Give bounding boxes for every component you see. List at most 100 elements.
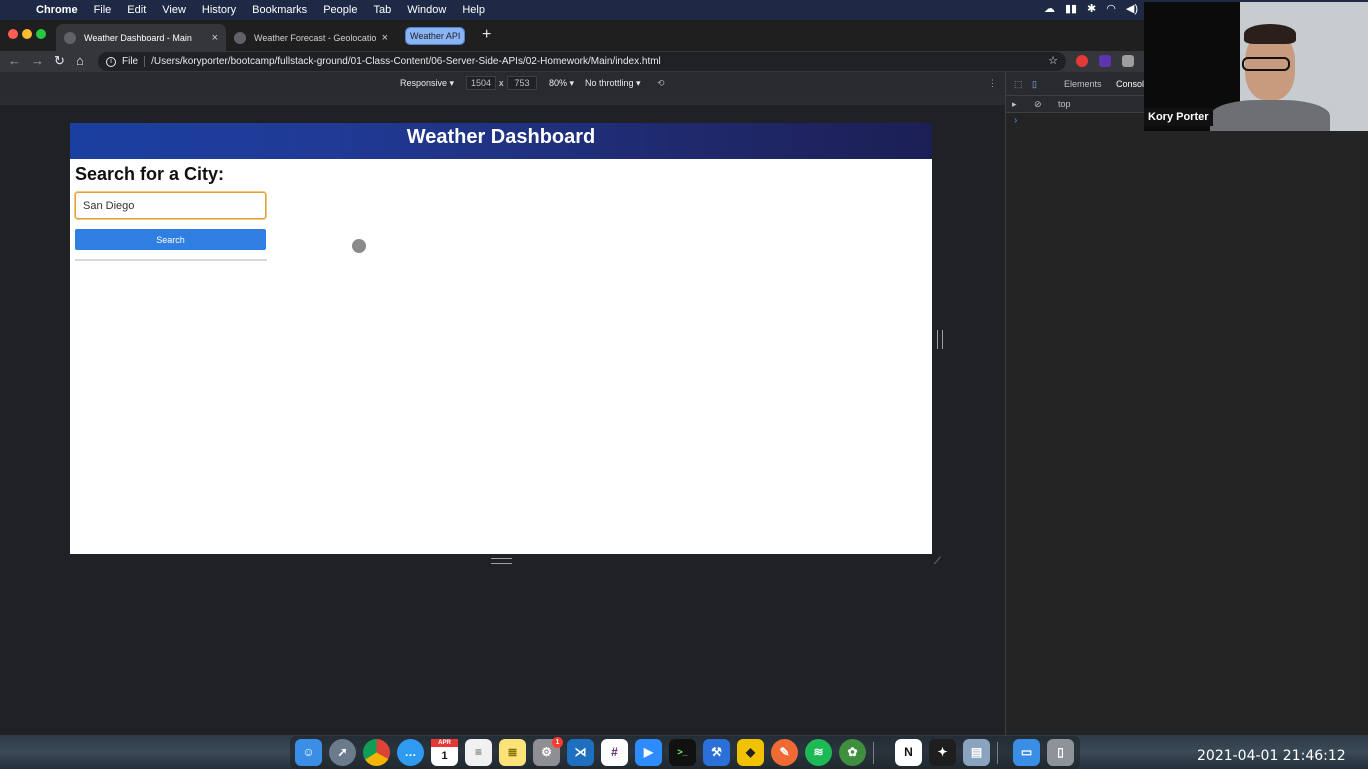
preview-icon[interactable]: ▤ (963, 739, 990, 766)
webcam-overlay: Kory Porter (1144, 2, 1368, 131)
extension-icon[interactable] (1122, 55, 1134, 67)
console-prompt[interactable]: › (1014, 115, 1017, 126)
new-tab-button[interactable]: + (482, 26, 491, 44)
launchpad-icon[interactable]: ➚ (329, 739, 356, 766)
address-bar[interactable]: i File /Users/koryporter/bootcamp/fullst… (98, 52, 1066, 71)
maximize-window-icon[interactable] (36, 29, 46, 39)
downloads-folder-icon[interactable]: ▭ (1013, 739, 1040, 766)
menu-edit[interactable]: Edit (119, 4, 154, 16)
menubar-status-icons: ☁ ▮▮ ✱ ◠ ◀) (1044, 2, 1138, 15)
macos-dock: ☺ ➚ … APR 1 ≡ ≣ ⚙ 1 ⋊ # ▶ >_ ⚒ ◆ ✎ ≋ ✿ N … (290, 736, 1080, 769)
menu-window[interactable]: Window (399, 4, 454, 16)
webcam-name-label: Kory Porter (1144, 108, 1213, 126)
url-scheme: File (122, 56, 146, 67)
webcam-person-glasses (1242, 57, 1290, 71)
tab-title: Weather Dashboard - Main (84, 32, 192, 43)
tab-elements[interactable]: Elements (1064, 79, 1102, 89)
globe-icon (234, 31, 246, 44)
forward-icon[interactable]: → (31, 53, 44, 68)
viewport-width-input[interactable]: 1504 (466, 76, 496, 90)
terminal-icon[interactable]: >_ (669, 739, 696, 766)
menu-file[interactable]: File (86, 4, 120, 16)
webcam-person-shirt (1210, 100, 1330, 131)
tab-weather-forecast[interactable]: Weather Forecast - Geolocatio × (226, 24, 396, 51)
home-icon[interactable]: ⌂ (76, 53, 84, 68)
throttle-select[interactable]: No throttling ▾ (585, 78, 641, 89)
vscode-icon[interactable]: ⋊ (567, 739, 594, 766)
device-select[interactable]: Responsive ▾ (400, 78, 454, 89)
dock-separator (873, 742, 874, 764)
system-preferences-icon[interactable]: ⚙ 1 (533, 737, 563, 766)
wifi-icon[interactable]: ◠ (1106, 2, 1116, 15)
notion-icon[interactable]: N (895, 739, 922, 766)
reminders-icon[interactable]: ≡ (465, 739, 492, 766)
more-options-icon[interactable]: ⋮ (988, 78, 997, 89)
search-button[interactable]: Search (75, 229, 266, 250)
figma-icon[interactable]: ✦ (929, 739, 956, 766)
zoom-select[interactable]: 80% ▾ (549, 78, 574, 89)
dock-separator (997, 742, 998, 764)
clock-overlay: 2021-04-01 21:46:12 (1197, 748, 1346, 764)
menu-history[interactable]: History (194, 4, 244, 16)
zoom-icon[interactable]: ▶ (635, 739, 662, 766)
layout-icon[interactable]: ▮▮ (1065, 2, 1077, 15)
extension-icon[interactable] (1076, 55, 1088, 67)
inspect-icon[interactable]: ⬚ (1014, 79, 1023, 90)
tab-weather-dashboard[interactable]: Weather Dashboard - Main × (56, 24, 226, 51)
postman-icon[interactable]: ✎ (771, 739, 798, 766)
viewport-height-input[interactable]: 753 (507, 76, 537, 90)
device-toggle-icon[interactable]: ▯ (1032, 79, 1037, 90)
close-tab-icon[interactable]: × (212, 32, 218, 44)
menu-help[interactable]: Help (454, 4, 493, 16)
context-select[interactable]: top (1058, 99, 1071, 109)
bluetooth-icon[interactable]: ✱ (1087, 2, 1096, 15)
xcode-icon[interactable]: ⚒ (703, 739, 730, 766)
search-divider (75, 259, 267, 261)
search-heading: Search for a City: (75, 164, 225, 184)
device-toolbar: Responsive ▾ 1504 x 753 80% ▾ No throttl… (0, 72, 1005, 95)
dimension-separator: x (499, 78, 504, 88)
mouse-cursor (352, 239, 366, 253)
menu-tab[interactable]: Tab (365, 4, 399, 16)
app-globe-icon[interactable]: ✿ (839, 739, 866, 766)
media-query-bar (0, 95, 1005, 105)
globe-icon (64, 31, 76, 44)
extension-icon[interactable] (1099, 55, 1111, 67)
chrome-icon[interactable] (363, 739, 390, 766)
url-text[interactable]: /Users/koryporter/bootcamp/fullstack-gro… (151, 56, 661, 67)
spotify-icon[interactable]: ≋ (805, 739, 832, 766)
city-search-input[interactable] (75, 192, 266, 219)
reload-icon[interactable]: ↻ (54, 53, 65, 69)
volume-icon[interactable]: ◀) (1126, 2, 1138, 15)
calendar-icon[interactable]: APR 1 (431, 739, 458, 766)
menu-view[interactable]: View (154, 4, 194, 16)
webcam-person-hair (1244, 24, 1296, 44)
resize-handle-bottom[interactable] (491, 558, 512, 564)
close-tab-icon[interactable]: × (382, 32, 388, 44)
rotate-icon[interactable]: ⟲ (657, 78, 665, 89)
menu-people[interactable]: People (315, 4, 365, 16)
devtools-panel: ⬚ ▯ Elements Console ▸ ⊘ top › (1005, 72, 1368, 735)
clear-console-icon[interactable]: ⊘ (1034, 99, 1042, 110)
sidebar-toggle-icon[interactable]: ▸ (1012, 99, 1017, 110)
bookmark-star-icon[interactable]: ☆ (1048, 54, 1058, 67)
finder-icon[interactable]: ☺ (295, 739, 322, 766)
sketch-icon[interactable]: ◆ (737, 739, 764, 766)
menu-app-name[interactable]: Chrome (34, 4, 86, 16)
minimize-window-icon[interactable] (22, 29, 32, 39)
tab-title: Weather Forecast - Geolocatio (254, 32, 377, 43)
notification-badge: 1 (552, 737, 563, 748)
back-icon[interactable]: ← (8, 53, 21, 68)
cloud-icon[interactable]: ☁ (1044, 2, 1055, 15)
page-header: Weather Dashboard (70, 123, 932, 159)
resize-handle-corner[interactable]: ⟋ (934, 556, 941, 567)
notes-icon[interactable]: ≣ (499, 739, 526, 766)
close-window-icon[interactable] (8, 29, 18, 39)
info-icon[interactable]: i (106, 56, 116, 67)
slack-icon[interactable]: # (601, 739, 628, 766)
tab-group-weather-api[interactable]: Weather API (404, 27, 466, 45)
trash-icon[interactable]: ▯ (1047, 739, 1074, 766)
resize-handle-right[interactable] (937, 330, 943, 349)
messages-icon[interactable]: … (397, 739, 424, 766)
menu-bookmarks[interactable]: Bookmarks (244, 4, 315, 16)
